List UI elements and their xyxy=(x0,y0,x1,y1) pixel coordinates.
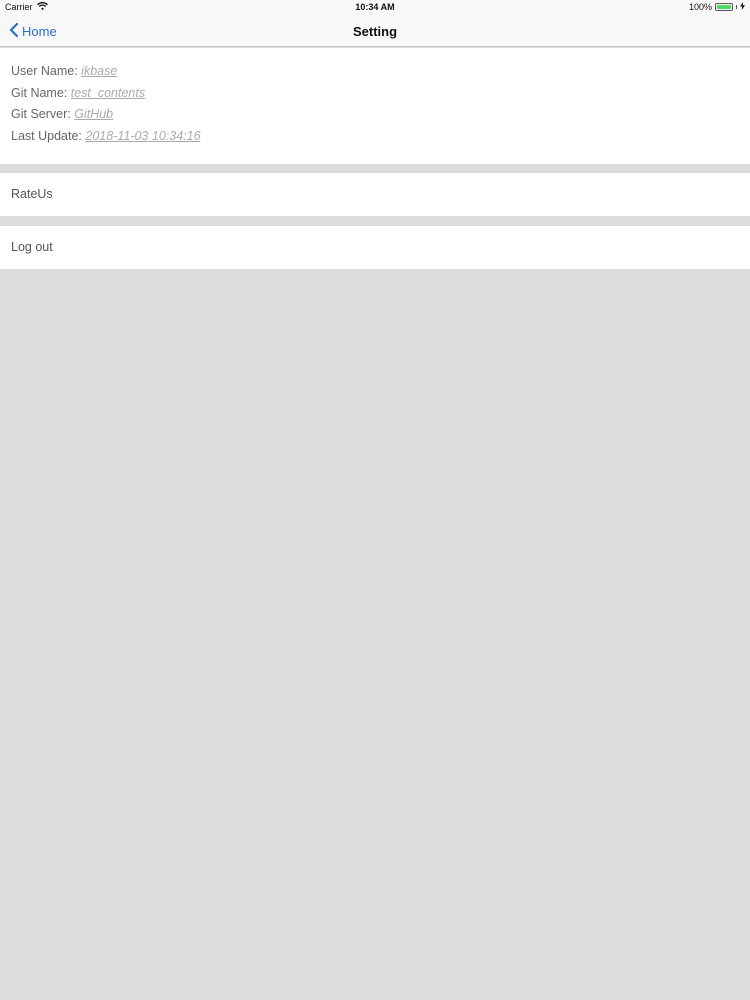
battery-percent: 100% xyxy=(688,2,712,12)
git-name-label: Git Name: xyxy=(11,85,68,100)
user-name-value[interactable]: ikbase xyxy=(81,64,117,78)
rate-us-cell[interactable]: RateUs xyxy=(0,173,750,216)
user-name-row: User Name: ikbase xyxy=(11,62,739,84)
log-out-label: Log out xyxy=(11,240,53,254)
log-out-cell[interactable]: Log out xyxy=(0,226,750,269)
status-right: 100% xyxy=(689,2,745,12)
charging-icon xyxy=(740,2,745,12)
page-title: Setting xyxy=(352,24,398,39)
status-time: 10:34 AM xyxy=(355,2,395,12)
git-name-value[interactable]: test_contents xyxy=(71,86,145,100)
git-server-label: Git Server: xyxy=(11,107,71,121)
last-update-value[interactable]: 2018-11-03 10:34:16 xyxy=(85,129,200,143)
battery-fill xyxy=(717,5,731,9)
battery-icon xyxy=(715,3,733,11)
git-server-row: Git Server: GitHub xyxy=(11,105,739,127)
rate-us-label: RateUs xyxy=(11,187,53,201)
last-update-row: Last Update: 2018-11-03 10:34:16 xyxy=(11,127,739,149)
account-info-section: User Name: ikbase Git Name: test_content… xyxy=(0,48,750,164)
status-bar: Carrier 10:34 AM 100% xyxy=(0,0,750,16)
last-update-label: Last Update: xyxy=(11,128,82,143)
user-name-label: User Name: xyxy=(11,64,78,78)
battery-tip xyxy=(736,5,737,9)
git-server-value[interactable]: GitHub xyxy=(74,107,113,121)
git-name-row: Git Name: test_contents xyxy=(11,84,739,106)
navigation-bar: Home Setting xyxy=(0,16,750,47)
